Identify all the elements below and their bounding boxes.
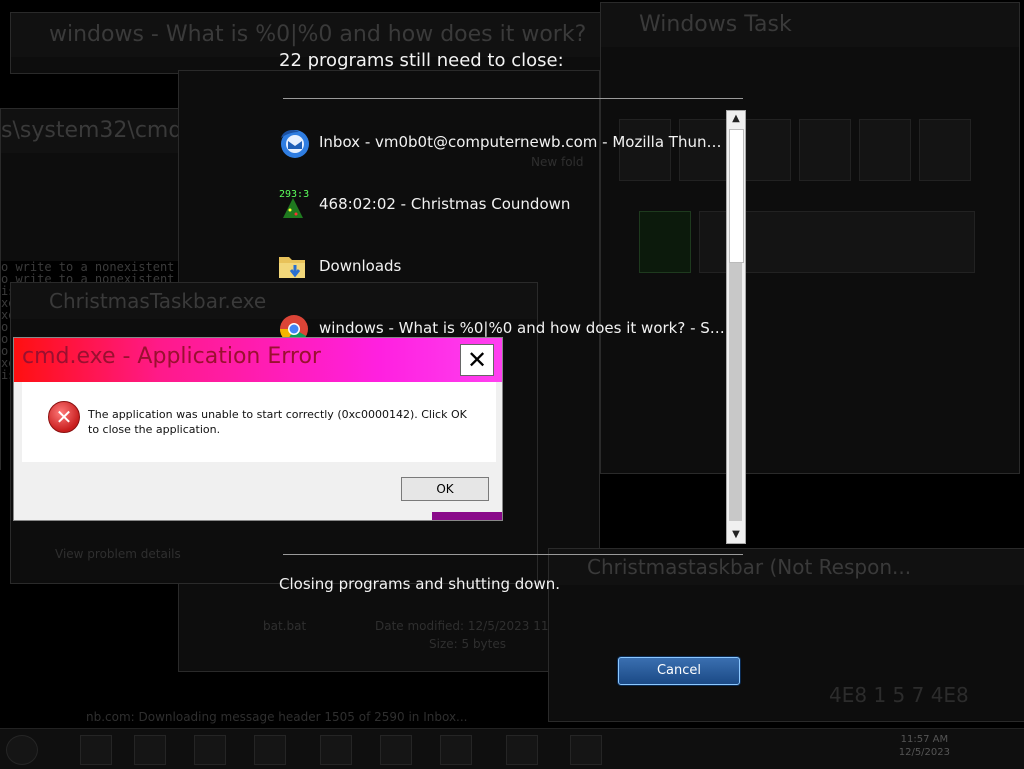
cancel-button[interactable]: Cancel — [618, 657, 740, 685]
status-line: nb.com: Downloading message header 1505 … — [86, 710, 468, 724]
application-error-dialog: cmd.exe - Application Error ✕ ✕ The appl… — [13, 337, 503, 521]
taskbar-app-button[interactable] — [380, 735, 412, 765]
list-item-label: Downloads — [319, 257, 402, 275]
scroll-down-icon[interactable]: ▼ — [727, 527, 745, 543]
list-item-label: Inbox - vm0b0t@computernewb.com - Mozill… — [319, 133, 725, 151]
scroll-up-icon[interactable]: ▲ — [727, 111, 745, 127]
task-manager-title: Windows Task — [601, 3, 1019, 47]
thunderbird-icon — [275, 124, 311, 160]
folder-icon — [275, 248, 311, 284]
taskbar-app-button[interactable] — [506, 735, 538, 765]
christmas-tree-icon: 293:3 — [275, 186, 311, 222]
cpu-graph — [739, 119, 791, 181]
taskbar-app-button[interactable] — [134, 735, 166, 765]
list-item[interactable]: Downloads — [275, 244, 725, 288]
tray-clock[interactable]: 11:57 AM 12/5/2023 — [899, 733, 950, 759]
not-responding-window-background: Christmastaskbar (Not Respon... 4E8 1 5 … — [548, 548, 1024, 722]
taskbar-app-button[interactable] — [254, 735, 286, 765]
divider-bottom — [283, 554, 743, 555]
scrollbar-track[interactable] — [729, 263, 742, 521]
taskbar: 11:57 AM 12/5/2023 — [0, 728, 1024, 769]
ok-button[interactable]: OK — [401, 477, 489, 501]
error-dialog-titlebar[interactable]: cmd.exe - Application Error ✕ — [14, 338, 502, 382]
list-item[interactable]: 293:3 468:02:02 - Christmas Coundown — [275, 182, 725, 226]
cpu-graph — [799, 119, 851, 181]
view-problem-details-link[interactable]: View problem details — [55, 547, 181, 561]
file-name: bat.bat — [263, 619, 307, 633]
tray-date: 12/5/2023 — [898, 747, 950, 758]
shutdown-status: Closing programs and shutting down. — [279, 575, 560, 593]
error-dialog-body: ✕ The application was unable to start co… — [22, 382, 496, 462]
shutdown-title: 22 programs still need to close: — [279, 50, 564, 71]
cpu-graph — [859, 119, 911, 181]
taskbar-app-button[interactable] — [80, 735, 112, 765]
error-dialog-title: cmd.exe - Application Error — [22, 344, 321, 369]
big-counter: 4E8 1 5 7 4E8 — [829, 683, 969, 707]
scrollbar-thumb[interactable] — [729, 129, 744, 263]
tray-time: 11:57 AM — [900, 734, 949, 745]
list-item-label: windows - What is %0|%0 and how does it … — [319, 319, 725, 337]
close-icon[interactable]: ✕ — [460, 344, 494, 376]
list-item-label: 468:02:02 - Christmas Coundown — [319, 195, 571, 213]
taskbar-app-button[interactable] — [194, 735, 226, 765]
taskbar-app-button[interactable] — [440, 735, 472, 765]
error-message: The application was unable to start corr… — [88, 408, 467, 436]
file-date: Date modified: 12/5/2023 11:5 — [375, 619, 561, 633]
taskbar-app-button[interactable] — [320, 735, 352, 765]
start-button[interactable] — [6, 735, 38, 765]
taskbar-app-button[interactable] — [570, 735, 602, 765]
divider-top — [283, 98, 743, 99]
dialog-accent-strip — [432, 512, 502, 520]
list-item[interactable]: Inbox - vm0b0t@computernewb.com - Mozill… — [275, 120, 725, 164]
program-list-scrollbar[interactable]: ▲ ▼ — [726, 110, 746, 544]
cpu-graph — [919, 119, 971, 181]
tree-icon-counter: 293:3 — [279, 189, 309, 200]
error-icon: ✕ — [48, 401, 80, 433]
file-size: Size: 5 bytes — [429, 637, 506, 651]
